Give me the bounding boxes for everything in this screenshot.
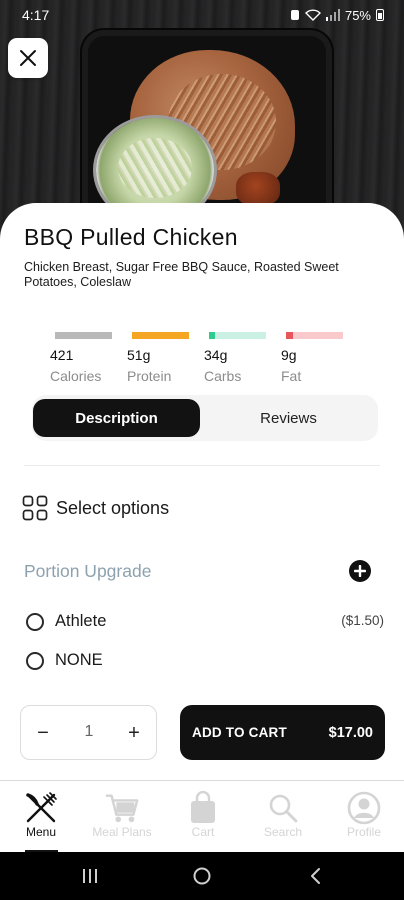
cart-icon <box>104 790 140 826</box>
tab-reviews[interactable]: Reviews <box>205 399 372 437</box>
nav-label: Profile <box>346 825 381 839</box>
nav-label: Menu <box>25 825 57 839</box>
recent-apps-button[interactable] <box>60 852 120 900</box>
select-options-header: Select options <box>22 495 169 521</box>
product-sheet: BBQ Pulled Chicken Chicken Breast, Sugar… <box>0 203 404 783</box>
macro-bar-fill <box>209 332 215 339</box>
macros-row: 421 Calories 51g Protein 34g Carbs 9g Fa… <box>50 332 358 384</box>
search-icon <box>265 790 301 826</box>
wifi-icon <box>304 9 321 21</box>
macro-label: Fat <box>281 368 302 384</box>
macro-calories: 421 Calories <box>50 332 127 384</box>
macro-bar-track <box>132 332 189 339</box>
profile-icon <box>346 790 382 826</box>
nav-item-cart[interactable]: Cart <box>163 781 243 853</box>
bag-icon <box>185 790 221 826</box>
status-icons: 75% <box>290 8 384 23</box>
status-bar: 4:17 75% <box>0 0 404 30</box>
macro-value: 34g <box>204 347 228 363</box>
quantity-stepper: − 1 + <box>20 705 157 760</box>
macro-value: 421 <box>50 347 74 363</box>
back-icon <box>311 868 320 884</box>
macro-value: 51g <box>127 347 151 363</box>
bottom-navigation: Menu Meal Plans Cart Search Profile <box>0 780 404 853</box>
add-portion-button[interactable] <box>349 560 371 582</box>
nav-item-search[interactable]: Search <box>243 781 323 853</box>
macro-protein: 51g Protein <box>127 332 204 384</box>
add-to-cart-label: ADD TO CART <box>192 725 287 740</box>
recent-apps-icon <box>83 869 97 883</box>
section-divider <box>24 465 380 466</box>
sweet-potato <box>236 172 280 206</box>
macro-label: Protein <box>127 368 172 384</box>
plus-icon <box>354 565 366 577</box>
portion-option-athlete[interactable]: Athlete <box>26 612 106 631</box>
macro-label: Calories <box>50 368 102 384</box>
status-time: 4:17 <box>22 7 50 23</box>
quantity-value: 1 <box>84 723 94 740</box>
signal-icon <box>325 9 340 21</box>
macro-bar-fill <box>132 332 189 339</box>
battery-percent: 75% <box>344 7 371 23</box>
home-button[interactable] <box>172 852 232 900</box>
macro-value: 9g <box>281 347 297 363</box>
nav-item-menu[interactable]: Menu <box>1 781 81 853</box>
macro-fat: 9g Fat <box>281 332 358 384</box>
radio-button[interactable] <box>26 651 44 670</box>
option-label: NONE <box>55 651 103 669</box>
notification-icon <box>290 10 299 20</box>
close-button[interactable] <box>8 38 48 78</box>
battery-icon <box>376 9 384 21</box>
nav-item-profile[interactable]: Profile <box>324 781 404 853</box>
add-to-cart-button[interactable]: ADD TO CART $17.00 <box>180 705 385 760</box>
product-title: BBQ Pulled Chicken <box>24 224 238 250</box>
home-icon <box>193 867 211 885</box>
macro-label: Carbs <box>204 368 242 384</box>
radio-button[interactable] <box>26 612 44 631</box>
select-options-label: Select options <box>56 497 170 518</box>
macro-bar-track <box>209 332 266 339</box>
macro-bar-fill <box>286 332 293 339</box>
tab-bar: Description Reviews <box>32 395 378 441</box>
nav-item-meal-plans[interactable]: Meal Plans <box>82 781 162 853</box>
macro-carbs: 34g Carbs <box>204 332 281 384</box>
back-button[interactable] <box>286 852 346 900</box>
close-icon <box>20 50 36 66</box>
portion-upgrade-title: Portion Upgrade <box>24 561 152 581</box>
macro-bar-track <box>55 332 112 339</box>
option-price: ($1.50) <box>341 613 384 628</box>
option-label: Athlete <box>55 612 107 630</box>
product-ingredients: Chicken Breast, Sugar Free BBQ Sauce, Ro… <box>24 260 339 289</box>
portion-option-none[interactable]: NONE <box>26 651 103 670</box>
system-navigation-bar <box>0 852 404 900</box>
increase-quantity-button[interactable]: + <box>114 706 154 761</box>
nav-label: Cart <box>191 825 215 839</box>
nav-label: Search <box>263 825 303 839</box>
macro-bar-track <box>286 332 343 339</box>
decrease-quantity-button[interactable]: − <box>23 706 63 761</box>
grid-options-icon <box>22 495 48 521</box>
macro-bar-fill <box>55 332 112 339</box>
fork-knife-icon <box>23 790 59 826</box>
tab-description[interactable]: Description <box>33 399 200 437</box>
nav-label: Meal Plans <box>92 825 152 839</box>
cart-price: $17.00 <box>328 724 373 741</box>
